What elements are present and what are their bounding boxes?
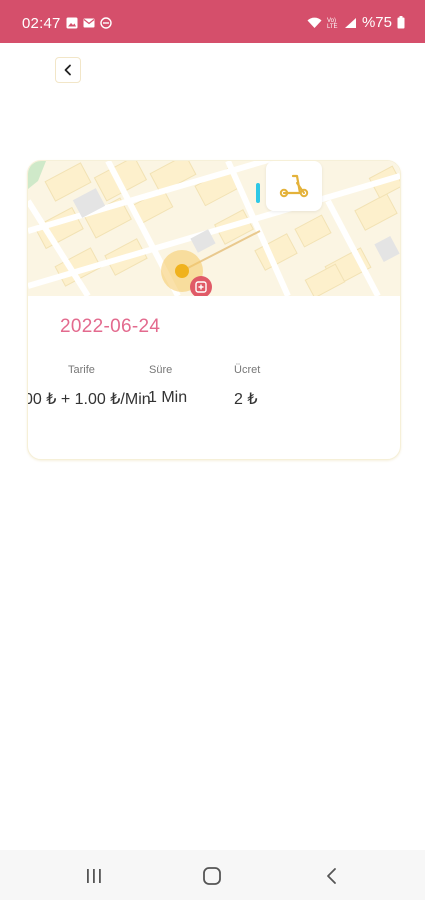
system-back-button[interactable]: [320, 864, 344, 888]
tariff-value: 00 ₺ + 1.00 ₺/Min: [27, 391, 150, 408]
home-icon: [203, 867, 221, 885]
trip-date: 2022-06-24: [60, 316, 161, 337]
parking-marker: [190, 276, 212, 296]
vehicle-status-indicator: [256, 183, 260, 203]
duration-label: Süre: [149, 364, 173, 376]
status-system-icons: Vo) LTE %75: [307, 14, 405, 31]
status-notification-icons: [66, 17, 112, 29]
parking-icon: [195, 281, 207, 293]
scooter-icon: [279, 174, 309, 198]
svg-text:LTE: LTE: [327, 24, 338, 29]
tariff-label: Tarife: [68, 364, 95, 376]
recent-apps-button[interactable]: [82, 864, 106, 888]
volte-icon: Vo) LTE: [327, 18, 338, 29]
status-bar: 02:47 Vo) LTE %75: [0, 0, 425, 43]
vehicle-badge: [266, 161, 322, 211]
map-background: [28, 161, 400, 296]
image-icon: [66, 17, 78, 29]
back-icon: [327, 868, 336, 884]
signal-icon: [344, 17, 356, 28]
wifi-icon: [307, 17, 322, 28]
recent-apps-icon: [87, 869, 101, 883]
chevron-left-icon: [64, 64, 71, 76]
home-button[interactable]: [200, 864, 224, 888]
fee-label: Ücret: [234, 364, 261, 376]
mail-icon: [83, 18, 95, 28]
back-button[interactable]: [55, 57, 81, 83]
start-location-dot: [175, 264, 189, 278]
do-not-disturb-icon: [100, 17, 112, 29]
screen: 02:47 Vo) LTE %75 2022-06-24 Tarife Süre…: [0, 0, 425, 900]
battery-icon: [397, 16, 405, 29]
battery-percentage: %75: [361, 14, 392, 31]
status-time: 02:47: [22, 15, 61, 32]
trip-card[interactable]: 2022-06-24 Tarife Süre Ücret 00 ₺ + 1.00…: [27, 160, 401, 460]
route-map: [28, 161, 400, 296]
fee-value: 2 ₺: [234, 391, 258, 408]
system-navigation-bar: [0, 850, 425, 900]
duration-value: 1 Min: [148, 389, 188, 406]
